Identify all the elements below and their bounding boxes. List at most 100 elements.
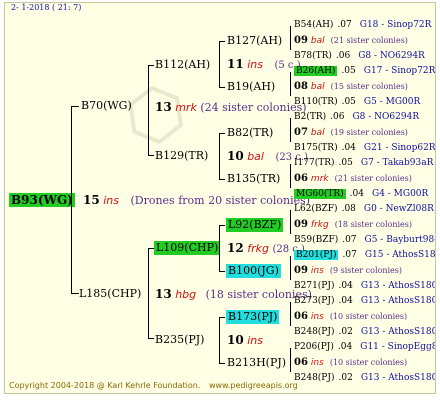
connector [148,338,154,339]
connector [219,225,220,271]
queen-b70[interactable]: B70(WG) [81,99,132,113]
drone-genus: ins [310,266,324,277]
queen-b112[interactable]: B112(AH) [155,58,210,72]
leaf-queen-name: B273(PJ) [294,295,335,306]
leaf-inbreeding-value: .04 [349,188,364,199]
queen-b100[interactable]: B100(JG) [226,264,281,278]
drone-genus: ins [310,358,324,369]
drone-note: (21 sister colonies) [330,36,408,46]
queen-b82[interactable]: B82(TR) [227,126,273,140]
connector [71,106,72,294]
leaf-drone-info: 07 bal (19 sister colonies) [294,127,408,139]
queen-b129[interactable]: B129(TR) [155,149,208,163]
queen-b127[interactable]: B127(AH) [227,34,282,48]
leaf-queen[interactable]: B59(BZF) .07 G5 - Bayburt98-3 [294,234,435,246]
leaf-queen[interactable]: B110(TR) .05 G5 - MG00R [294,97,420,108]
drone-count: 07 [294,127,308,139]
b173-drone-info: 10 ins [227,333,263,348]
drone-count: 10 [227,333,244,347]
leaf-inbreeding-value: .02 [338,372,353,383]
leaf-lineage: G4 - MG00R [372,188,429,199]
connector [219,271,225,272]
drone-note: (19 sister colonies) [330,128,408,138]
b70-drone-info: 13 mrk (24 sister colonies) [155,100,307,115]
drone-genus: bal [247,150,264,163]
leaf-inbreeding-value: .05 [341,66,356,76]
queen-l92[interactable]: L92(BZF) [226,218,284,232]
leaf-lineage: G0 - NewZl08R [363,204,434,214]
leaf-drone-info: 09 frkg (18 sister colonies) [294,219,412,231]
b127-drone-info: 11 ins (5 c.) [227,57,301,73]
leaf-queen[interactable]: B248(PJ) .02 G13 - AthosS180R [294,372,436,384]
queen-l185[interactable]: L185(CHP) [79,287,141,301]
drone-genus: mrk [175,101,197,114]
leaf-inbreeding-value: .04 [338,295,353,306]
date-stamp: 2- 1-2018 ( 21: 7) [11,3,82,12]
leaf-queen[interactable]: P206(PJ).04 G11 - SinopEgg86R [294,341,435,353]
drone-genus: frkg [247,242,269,255]
leaf-drone-info: 06 ins (10 sister colonies) [294,357,407,369]
leaf-inbreeding-value: .07 [337,20,352,30]
connector [148,65,149,156]
connector [219,225,225,226]
queen-b213[interactable]: B213H(PJ) [227,356,286,370]
drone-note: (9 sister colonies) [329,266,403,276]
leaf-queen[interactable]: MG60(TR) .04 G4 - MG00R [294,188,429,200]
leaf-inbreeding-value: .04 [337,341,353,352]
drone-note: (10 sister colonies) [329,358,408,368]
connector [290,118,291,142]
queen-b235[interactable]: B235(PJ) [155,333,204,347]
leaf-queen[interactable]: B175(TR) .04 G21 - Sinop62R [294,142,436,154]
root-queen[interactable]: B93(WG) [9,193,75,207]
leaf-lineage: G13 - AthosS180R [360,280,436,291]
queen-l109[interactable]: L109(CHP) [154,241,221,255]
drone-genus: ins [247,334,263,347]
drone-count: 13 [155,100,172,114]
connector [290,256,291,280]
leaf-queen[interactable]: B54(AH) .07 G18 - Sinop72R [294,20,431,31]
drone-note: (21 sister colonies) [334,174,412,184]
leaf-queen[interactable]: B78(TR) .06 G8 - NO6294R [294,51,425,62]
leaf-drone-info: 06 mrk (21 sister colonies) [294,173,412,185]
leaf-queen-name: B201(PJ) [294,249,339,260]
leaf-lineage: G8 - NO6294R [358,50,425,61]
leaf-queen-name: I177(TR) [294,158,335,168]
queen-b135[interactable]: B135(TR) [227,172,280,186]
leaf-inbreeding-value: .02 [338,326,353,337]
connector [219,133,220,179]
leaf-lineage: G5 - MG00R [363,96,421,107]
leaf-queen[interactable]: L62(BZF) .08 G0 - NewZl08R [294,204,434,215]
leaf-drone-info: 08 bal (15 sister colonies) [294,81,408,93]
drone-note: (18 sister colonies) [334,220,412,230]
leaf-queen-name: B26(AH) [294,66,338,76]
leaf-queen[interactable]: B271(PJ) .04 G13 - AthosS180R [294,280,436,292]
leaf-queen[interactable]: B273(PJ) .04 G13 - AthosS180R [294,295,436,307]
connector [290,348,291,372]
leaf-lineage: G21 - Sinop62R [363,142,436,153]
root-drone-genus: ins [103,194,119,207]
drone-note: (24 sister colonies) [200,101,307,114]
drone-count: 09 [294,35,308,47]
leaf-lineage: G7 - Takab93aR [360,158,434,168]
root-drone-note: (Drones from 20 sister colonies) [130,194,311,207]
leaf-lineage: G18 - Sinop72R [359,20,432,30]
leaf-queen[interactable]: B26(AH) .05 G17 - Sinop72R [294,66,435,77]
copyright: Copyright 2004-2018 @ Karl Kehrle Founda… [9,381,201,390]
leaf-queen[interactable]: B2(TR) .06 G8 - NO6294R [294,112,419,123]
leaf-lineage: G13 - AthosS180R [360,372,436,383]
queen-b173[interactable]: B173(PJ) [226,310,280,324]
leaf-queen-name: B248(PJ) [294,372,335,383]
leaf-queen[interactable]: B248(PJ) .02 G13 - AthosS180R [294,326,435,338]
leaf-inbreeding-value: .06 [335,50,351,61]
leaf-drone-info: 09 bal (21 sister colonies) [294,35,408,47]
site-link[interactable]: www.pedigreeapis.org [209,381,298,390]
leaf-queen[interactable]: I177(TR) .05 G7 - Takab93aR [294,158,433,169]
leaf-queen-name: B59(BZF) [294,234,339,245]
queen-b19[interactable]: B19(AH) [227,80,275,94]
drone-genus: bal [310,36,325,47]
leaf-lineage: G13 - AthosS180R [360,295,436,306]
leaf-queen-name: MG60(TR) [294,188,346,199]
leaf-queen[interactable]: B201(PJ).07 G15 - AthosS180R [294,249,435,261]
l185-drone-info: 13 hbg (18 sister colonies) [155,287,312,302]
drone-count: 06 [294,357,308,369]
